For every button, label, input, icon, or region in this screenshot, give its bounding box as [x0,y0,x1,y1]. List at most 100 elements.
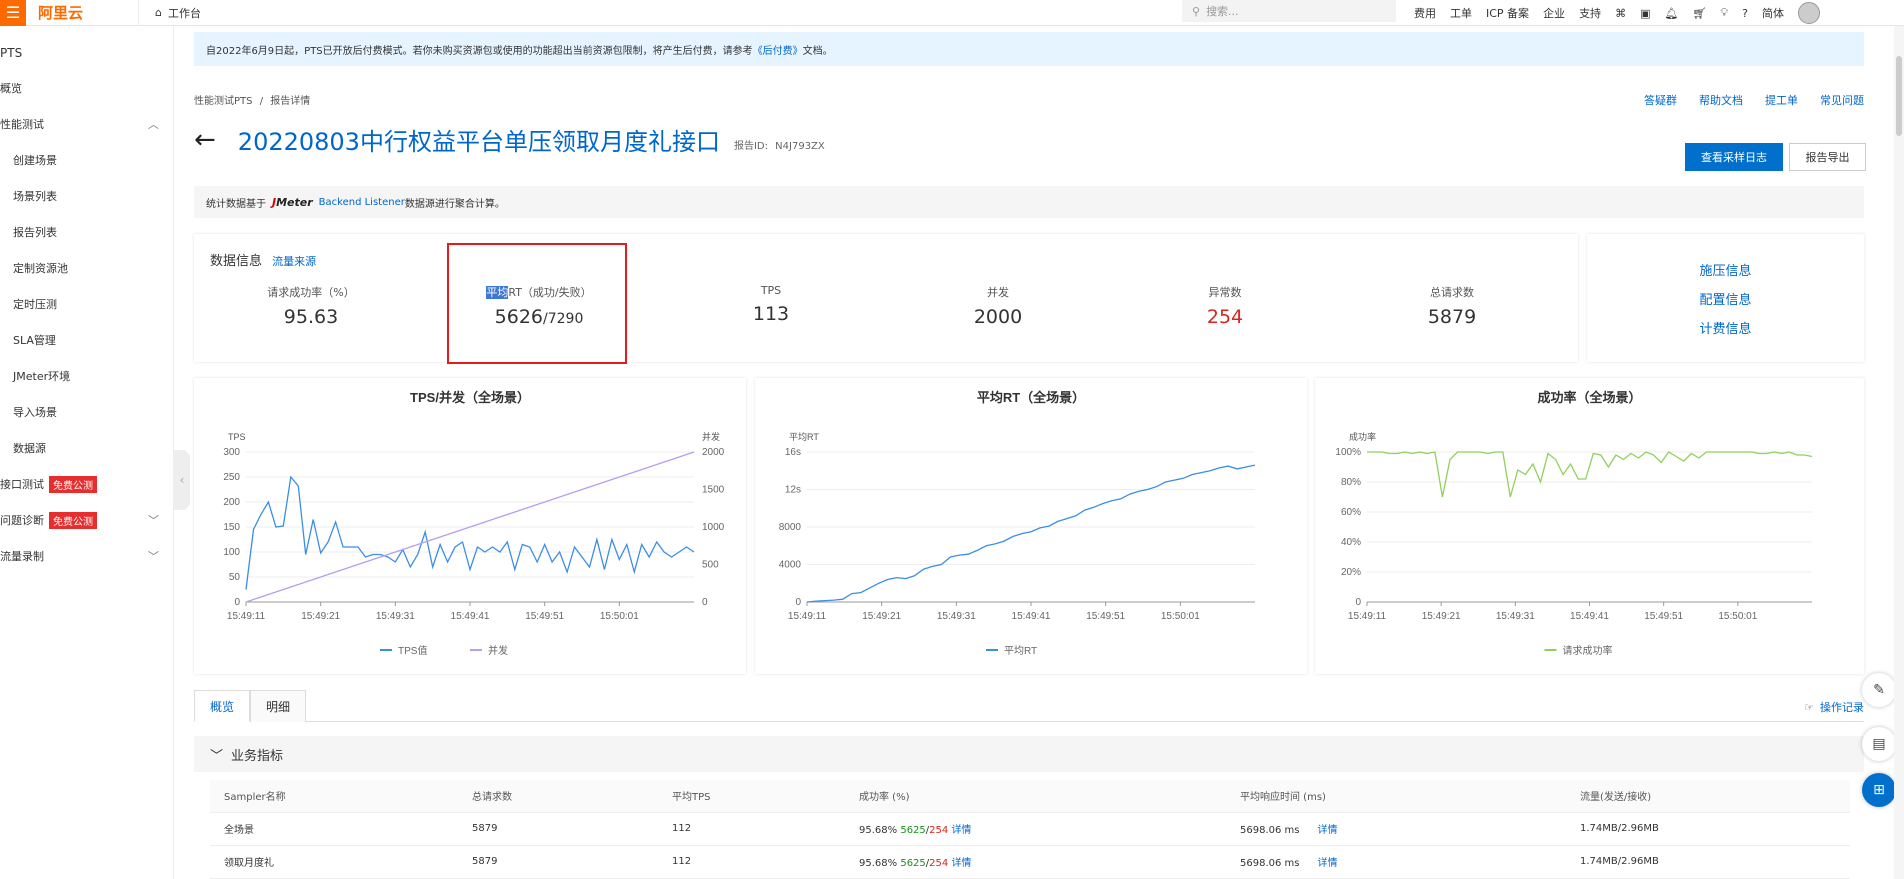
sidebar-item-create-scene[interactable]: 创建场景 [0,142,173,178]
lightbulb-icon[interactable]: 💡︎ [1720,6,1728,20]
chat-icon[interactable]: ▤ [1862,727,1896,761]
link-help-docs[interactable]: 帮助文档 [1699,92,1743,108]
x-tick-label: 15:49:41 [451,611,490,622]
terminal-icon[interactable]: ▣ [1640,7,1650,20]
sidebar-item-label: 概览 [0,82,22,95]
sidebar-item-scheduled[interactable]: 定时压测 [0,286,173,322]
legend-label: 请求成功率 [1563,644,1613,657]
edit-icon[interactable]: ✎ [1862,673,1896,707]
breadcrumb-root[interactable]: 性能测试PTS [194,96,253,107]
stat-label: TPS [760,284,782,297]
nav-support[interactable]: 支持 [1579,5,1601,21]
scrollbar-thumb[interactable] [1896,56,1902,136]
stats-title: 数据信息 [210,254,263,269]
nav-tickets[interactable]: 工单 [1450,5,1472,21]
sidebar-item-diagnosis[interactable]: 问题诊断 免费公测 ﹀ [0,502,173,538]
aliyun-logo[interactable]: 阿里云 [38,2,138,23]
y-tick-label: 0 [1355,597,1361,608]
y-tick-label: 300 [223,447,240,458]
workbench-link[interactable]: ⌂ 工作台 [138,0,217,26]
pressure-info-link[interactable]: 施压信息 [1699,260,1751,279]
view-sample-logs-button[interactable]: 查看采样日志 [1685,143,1783,171]
search-input[interactable]: ⚲ 搜索... [1182,0,1396,22]
bell-icon[interactable]: 🔔︎ [1664,7,1678,20]
rate-detail-link[interactable]: 详情 [951,825,971,836]
stat-success-rate: 请求成功率（%） 95.63 [221,284,401,328]
tab-detail[interactable]: 明细 [250,690,306,722]
x-tick-label: 15:49:21 [862,611,901,622]
page-title: 20220803中行权益平台单压领取月度礼接口 [237,128,720,156]
sidebar-item-scene-list[interactable]: 场景列表 [0,178,173,214]
x-tick-label: 15:49:31 [376,611,415,622]
sidebar-item-label: JMeter环境 [13,370,71,383]
data-source-bar: 统计数据基于 JMeter Backend Listener 数据源进行聚合计算。 [194,186,1864,218]
sidebar-item-recording[interactable]: 流量录制 ﹀ [0,538,173,574]
notice-link[interactable]: 《后付费》 [753,42,803,57]
apps-icon[interactable]: ⊞ [1862,773,1896,807]
sidebar-item-jmeter[interactable]: JMeter环境 [0,358,173,394]
language-switch[interactable]: 简体 [1762,5,1784,21]
sidebar-item-perf-test[interactable]: 性能测试 ︿ [0,106,173,142]
link-submit-ticket[interactable]: 提工单 [1765,92,1798,108]
stat-errors: 异常数 254 [1135,284,1315,328]
sidebar-item-api-test[interactable]: 接口测试 免费公测 [0,466,173,502]
rate-detail-link[interactable]: 详情 [951,858,971,869]
config-info-link[interactable]: 配置信息 [1699,289,1751,308]
success-rate-chart: 成功率（全场景） 成功率 100% 80% 60% 40% 20% 0 15:49:11 15:4… [1335,390,1813,657]
sidebar-item-label: 定时压测 [13,298,57,311]
operation-log-link[interactable]: ☞ 操作记录 [1804,699,1864,715]
notice-suffix: 文档。 [802,45,833,57]
y2-tick-label: 0 [702,597,708,608]
x-tick-label: 15:49:41 [1570,611,1609,622]
sidebar-item-datasource[interactable]: 数据源 [0,430,173,466]
stat-label: 并发 [987,286,1009,299]
traffic-source-link[interactable]: 流量来源 [272,255,316,268]
business-metrics-section[interactable]: ﹀ 业务指标 [194,736,1864,772]
stat-label: 总请求数 [1430,286,1474,299]
fail-count: 254 [929,858,949,869]
backend-listener-link[interactable]: Backend Listener [319,197,405,208]
tab-overview[interactable]: 概览 [194,690,250,722]
title-bar: ← 20220803中行权益平台单压领取月度礼接口 报告ID: N4J793ZX [194,122,825,157]
nav-enterprise[interactable]: 企业 [1543,5,1565,21]
sidebar-item-sla[interactable]: SLA管理 [0,322,173,358]
x-tick-label: 15:49:21 [301,611,340,622]
chart-card-success: 成功率（全场景） 成功率 100% 80% 60% 40% 20% 0 15:49:11 15:4… [1315,378,1864,674]
sidebar-item-overview[interactable]: 概览 [0,70,173,106]
nav-fees[interactable]: 费用 [1414,5,1436,21]
billing-info-link[interactable]: 计费信息 [1699,318,1751,337]
y-axis-label: 成功率 [1349,431,1376,442]
back-arrow-icon[interactable]: ← [194,125,216,155]
link-qa-group[interactable]: 答疑群 [1644,92,1677,108]
cart-icon[interactable]: 🛒︎ [1692,7,1706,20]
stat-value[interactable]: 254 [1135,306,1315,328]
export-report-button[interactable]: 报告导出 [1789,143,1866,171]
code-icon[interactable]: ⌘ [1615,7,1626,20]
col-tps: 平均TPS [658,780,845,813]
sidebar-item-resource-pool[interactable]: 定制资源池 [0,250,173,286]
rt-detail-link[interactable]: 详情 [1317,825,1337,836]
scrollbar[interactable] [1894,26,1904,879]
y-tick-label: 250 [223,472,240,483]
y-tick-label: 16s [785,447,801,458]
avatar[interactable] [1797,2,1820,24]
rt-detail-link[interactable]: 详情 [1317,858,1337,869]
operation-log-label: 操作记录 [1820,701,1864,714]
help-icon[interactable]: ? [1742,7,1748,20]
cell-total: 5879 [458,845,658,879]
report-id-value: N4J793ZX [775,141,825,152]
legend-label: 平均RT [1004,645,1037,657]
legend-label: TPS值 [398,644,427,657]
breadcrumb-current: 报告详情 [270,96,311,107]
sidebar-collapse-handle[interactable]: ‹ [174,450,190,510]
link-faq[interactable]: 常见问题 [1820,92,1864,108]
x-tick-label: 15:49:11 [1348,611,1387,622]
sidebar-item-report-list[interactable]: 报告列表 [0,214,173,250]
sidebar-item-import[interactable]: 导入场景 [0,394,173,430]
nav-icp[interactable]: ICP 备案 [1486,5,1529,21]
menu-icon[interactable]: ☰ [0,0,26,26]
y-tick-label: 0 [234,597,240,608]
stats-card: 数据信息 流量来源 请求成功率（%） 95.63 平均RT（成功/失败） 562… [194,234,1578,362]
x-tick-label: 15:50:01 [1161,611,1200,622]
cell-success-rate: 95.68% 5625/254 详情 [845,812,1226,846]
